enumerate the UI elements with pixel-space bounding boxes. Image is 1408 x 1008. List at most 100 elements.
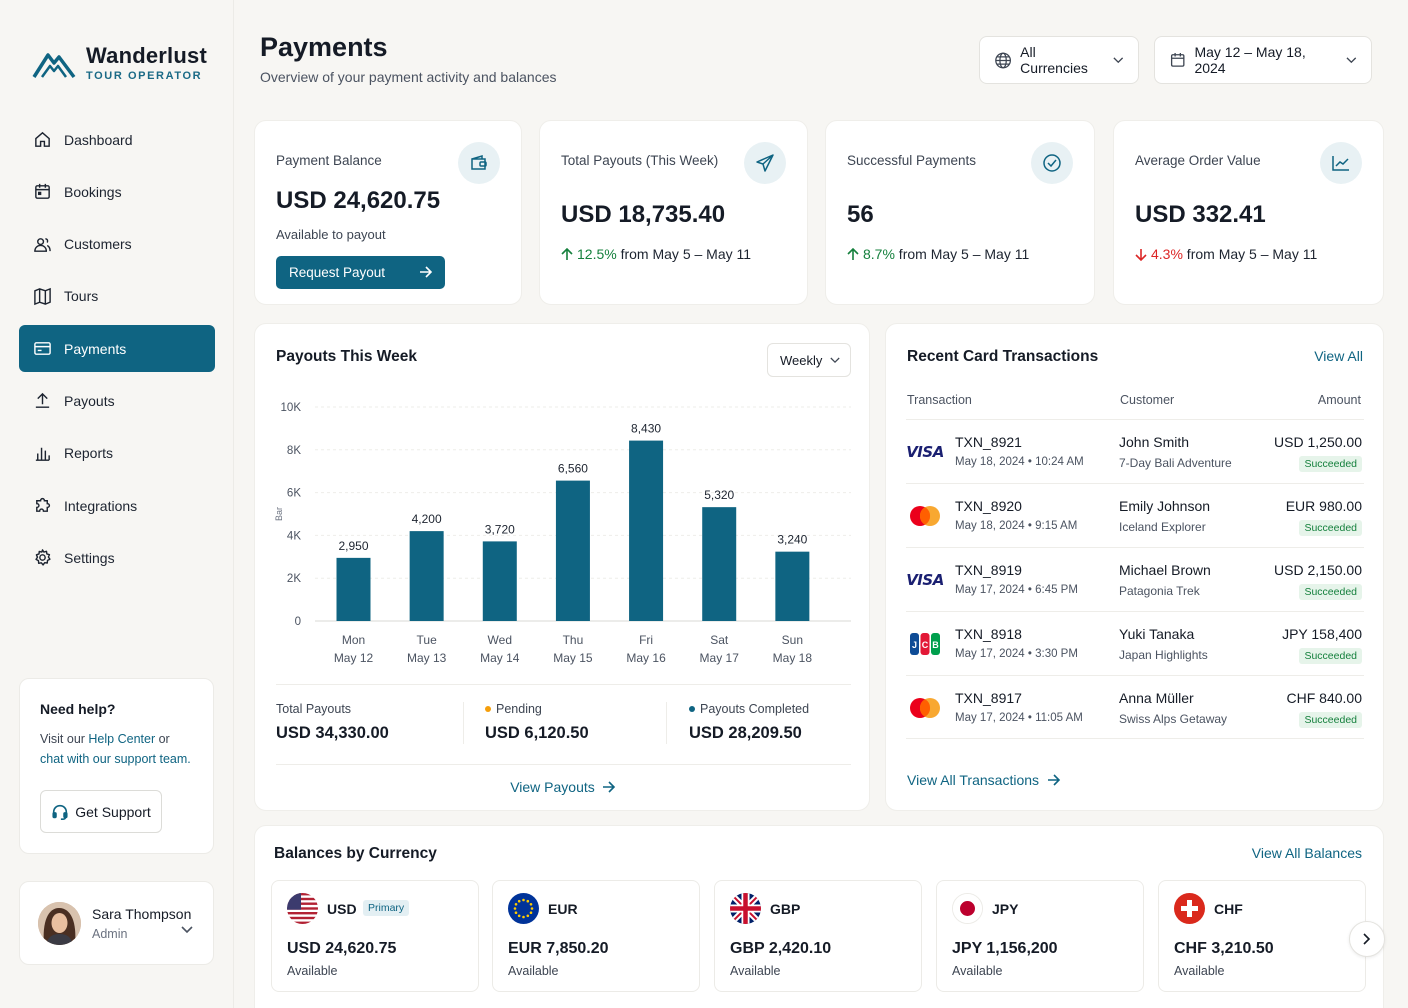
- sidebar-item-label: Bookings: [64, 183, 122, 200]
- request-payout-label: Request Payout: [289, 265, 386, 280]
- y-tick-label: 0: [295, 616, 301, 628]
- payouts-bar-chart: 0 2K 4K 6K 8K 10K Bar 2,950 Mon May 12 4,200 Tue May…: [274, 402, 851, 665]
- bar: [409, 531, 444, 621]
- view-all-transactions-top-link[interactable]: View All: [1314, 348, 1363, 364]
- primary-badge: Primary: [363, 900, 410, 916]
- date-range-dropdown[interactable]: May 12 – May 18, 2024: [1154, 36, 1372, 84]
- transaction-id: TXN_8918: [955, 626, 1022, 642]
- status-badge: Succeeded: [1299, 520, 1362, 536]
- x-tick-date: May 16: [626, 651, 666, 665]
- summary-value: USD 28,209.50: [689, 724, 802, 742]
- x-tick-date: May 13: [407, 651, 447, 665]
- summary-payouts-completed: Payouts Completed USD 28,209.50: [689, 702, 809, 743]
- kpi-change-suffix: from May 5 – May 11: [894, 246, 1030, 262]
- help-text-part: Visit our: [40, 732, 89, 746]
- sidebar-item-tours[interactable]: Tours: [19, 273, 215, 320]
- divider: [666, 702, 667, 744]
- balance-value: USD 24,620.75: [287, 940, 397, 957]
- visa-icon: VISA: [906, 571, 944, 589]
- transaction-amount: USD 1,250.00: [1274, 434, 1362, 450]
- transaction-date-value: May 17, 2024: [955, 712, 1025, 724]
- table-row[interactable]: TXN_8917 May 17, 2024 • 11:05 AM Anna Mü…: [906, 675, 1364, 739]
- chat-support-link[interactable]: chat with our support team: [40, 752, 187, 766]
- sidebar: Wanderlust TOUR OPERATOR Dashboard Booki…: [0, 0, 234, 1008]
- period-select-value: Weekly: [780, 352, 823, 368]
- kpi-value: USD 18,735.40: [561, 201, 726, 228]
- kpi-change-value: 12.5%: [577, 246, 617, 262]
- x-tick-label: Mon: [342, 633, 365, 647]
- currency-code: EUR: [548, 901, 578, 917]
- sidebar-item-label: Dashboard: [64, 131, 133, 148]
- balance-card-chf[interactable]: CHF CHF 3,210.50 Available: [1158, 880, 1366, 992]
- ch-flag-icon: [1174, 893, 1205, 924]
- page-subtitle: Overview of your payment activity and ba…: [260, 69, 557, 85]
- table-row[interactable]: VISA TXN_8921 May 18, 2024 • 10:24 AM Jo…: [906, 419, 1364, 483]
- transaction-time: 10:24 AM: [1035, 456, 1084, 468]
- sidebar-item-customers[interactable]: Customers: [19, 221, 215, 268]
- help-center-link[interactable]: Help Center: [88, 732, 155, 746]
- bar-value-label: 2,950: [338, 539, 368, 553]
- next-currencies-button[interactable]: [1349, 921, 1385, 957]
- us-flag-icon: [287, 893, 318, 924]
- arrow-up-icon: [847, 247, 859, 260]
- transaction-amount: CHF 840.00: [1286, 690, 1362, 706]
- bar-chart-icon: [35, 447, 50, 461]
- wallet-icon: [458, 142, 500, 184]
- customer-name: John Smith: [1119, 434, 1190, 450]
- summary-value: USD 34,330.00: [276, 724, 389, 742]
- sidebar-item-payments[interactable]: Payments: [19, 325, 215, 373]
- balance-card-jpy[interactable]: JPY JPY 1,156,200 Available: [936, 880, 1144, 992]
- balance-value: GBP 2,420.10: [730, 940, 832, 957]
- check-circle-icon: [1031, 142, 1073, 184]
- period-select[interactable]: Weekly: [767, 343, 851, 377]
- view-all-balances-link[interactable]: View All Balances: [1252, 845, 1362, 861]
- divider: [276, 684, 851, 685]
- sidebar-item-dashboard[interactable]: Dashboard: [19, 116, 215, 163]
- transaction-time: 11:05 AM: [1035, 712, 1083, 724]
- user-profile-card[interactable]: Sara Thompson Admin: [19, 881, 214, 965]
- bar: [629, 440, 664, 621]
- x-tick-label: Fri: [639, 633, 653, 647]
- view-all-transactions-label: View All Transactions: [907, 772, 1040, 788]
- visa-icon: VISA: [906, 443, 944, 461]
- kpi-change: 8.7% from May 5 – May 11: [847, 246, 1029, 262]
- kpi-card-total-payouts: Total Payouts (This Week) USD 18,735.40 …: [539, 120, 808, 305]
- trend-line-icon: [1320, 142, 1362, 184]
- table-row[interactable]: JCB TXN_8918 May 17, 2024 • 3:30 PM Yuki…: [906, 611, 1364, 675]
- request-payout-button[interactable]: Request Payout: [276, 256, 445, 289]
- jcb-icon: JCB: [908, 632, 942, 656]
- balance-card-eur[interactable]: EUR EUR 7,850.20 Available: [492, 880, 700, 992]
- kpi-value: USD 24,620.75: [276, 187, 441, 214]
- brand-logo[interactable]: Wanderlust TOUR OPERATOR: [32, 44, 207, 82]
- tour-name: 7-Day Bali Adventure: [1119, 456, 1232, 470]
- sidebar-item-payouts[interactable]: Payouts: [19, 377, 215, 424]
- table-row[interactable]: TXN_8920 May 18, 2024 • 9:15 AM Emily Jo…: [906, 483, 1364, 547]
- view-payouts-link[interactable]: View Payouts: [255, 779, 871, 795]
- get-support-button[interactable]: Get Support: [40, 790, 162, 833]
- bar-value-label: 4,200: [412, 512, 442, 526]
- transaction-date-value: May 18, 2024: [955, 456, 1025, 468]
- sidebar-item-bookings[interactable]: Bookings: [19, 168, 215, 215]
- summary-pending: Pending USD 6,120.50: [485, 702, 589, 743]
- transaction-date: May 18, 2024 • 9:15 AM: [955, 520, 1078, 532]
- currency-filter-dropdown[interactable]: All Currencies: [979, 36, 1139, 84]
- table-row[interactable]: VISA TXN_8919 May 17, 2024 • 6:45 PM Mic…: [906, 547, 1364, 611]
- status-badge: Succeeded: [1299, 712, 1362, 728]
- mastercard-icon: [908, 696, 942, 720]
- balance-card-usd[interactable]: USD Primary USD 24,620.75 Available: [271, 880, 479, 992]
- x-tick-label: Tue: [417, 633, 438, 647]
- chevron-down-icon[interactable]: [181, 926, 193, 934]
- kpi-label: Total Payouts (This Week): [561, 153, 719, 168]
- jp-flag-icon: [952, 893, 983, 924]
- balance-card-gbp[interactable]: GBP GBP 2,420.10 Available: [714, 880, 922, 992]
- bar: [555, 480, 590, 621]
- sidebar-item-integrations[interactable]: Integrations: [19, 482, 215, 529]
- x-tick-label: Sun: [782, 633, 803, 647]
- y-tick-label: 2K: [287, 573, 301, 585]
- view-all-transactions-link[interactable]: View All Transactions: [907, 772, 1061, 788]
- sidebar-item-settings[interactable]: Settings: [19, 534, 215, 581]
- svg-text:C: C: [922, 640, 929, 650]
- divider: [276, 764, 851, 765]
- sidebar-item-reports[interactable]: Reports: [19, 430, 215, 477]
- view-payouts-label: View Payouts: [510, 779, 595, 795]
